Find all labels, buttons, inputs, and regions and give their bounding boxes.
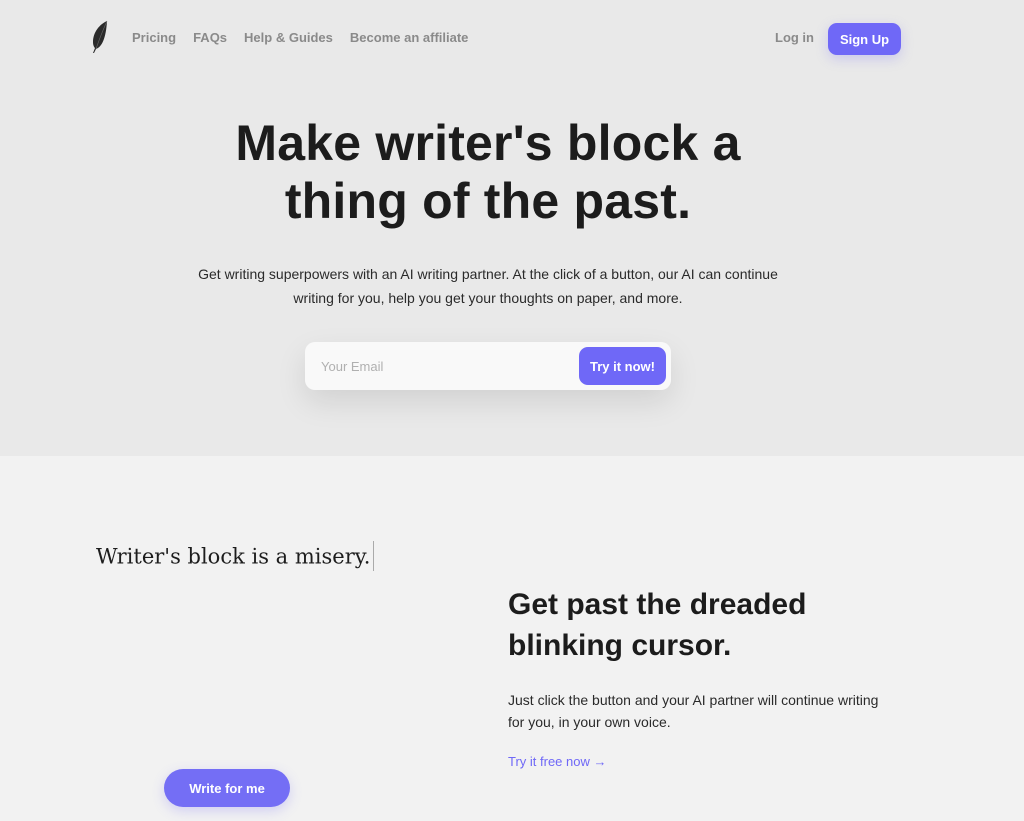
feature-title: Get past the dreaded blinking cursor. bbox=[508, 584, 928, 666]
try-free-link[interactable]: Try it free now → bbox=[508, 754, 606, 769]
hero-title: Make writer's block a thing of the past. bbox=[0, 114, 976, 230]
hero-subtitle-line-1: Get writing superpowers with an AI writi… bbox=[198, 266, 778, 282]
email-input[interactable] bbox=[321, 354, 571, 378]
nav-links: Pricing FAQs Help & Guides Become an aff… bbox=[132, 30, 468, 45]
nav-link-pricing[interactable]: Pricing bbox=[132, 30, 176, 45]
login-link[interactable]: Log in bbox=[775, 30, 814, 45]
top-nav: Pricing FAQs Help & Guides Become an aff… bbox=[0, 0, 1024, 78]
nav-link-affiliate[interactable]: Become an affiliate bbox=[350, 30, 469, 45]
feature-description-line-2: for you, in your own voice. bbox=[508, 714, 671, 730]
nav-link-help-guides[interactable]: Help & Guides bbox=[244, 30, 333, 45]
feature-title-line-2: blinking cursor. bbox=[508, 629, 732, 662]
demo-editor-text[interactable]: Writer's block is a misery. bbox=[96, 541, 375, 573]
hero-title-line-1: Make writer's block a bbox=[235, 115, 741, 171]
feather-icon[interactable] bbox=[90, 20, 110, 54]
hero-subtitle: Get writing superpowers with an AI writi… bbox=[0, 262, 976, 310]
hero-subtitle-line-2: writing for you, help you get your thoug… bbox=[293, 290, 683, 306]
demo-text-content: Writer's block is a misery. bbox=[96, 544, 371, 569]
hero-title-line-2: thing of the past. bbox=[284, 173, 692, 229]
text-cursor bbox=[373, 541, 375, 571]
email-signup-form: Try it now! bbox=[305, 342, 671, 390]
write-for-me-button[interactable]: Write for me bbox=[164, 769, 290, 807]
signup-button[interactable]: Sign Up bbox=[828, 23, 901, 55]
nav-link-faqs[interactable]: FAQs bbox=[193, 30, 227, 45]
feature-description: Just click the button and your AI partne… bbox=[508, 689, 918, 733]
feature-description-line-1: Just click the button and your AI partne… bbox=[508, 692, 879, 708]
try-it-now-button[interactable]: Try it now! bbox=[579, 347, 666, 385]
feature-title-line-1: Get past the dreaded bbox=[508, 588, 807, 621]
hero-section: Pricing FAQs Help & Guides Become an aff… bbox=[0, 0, 1024, 456]
